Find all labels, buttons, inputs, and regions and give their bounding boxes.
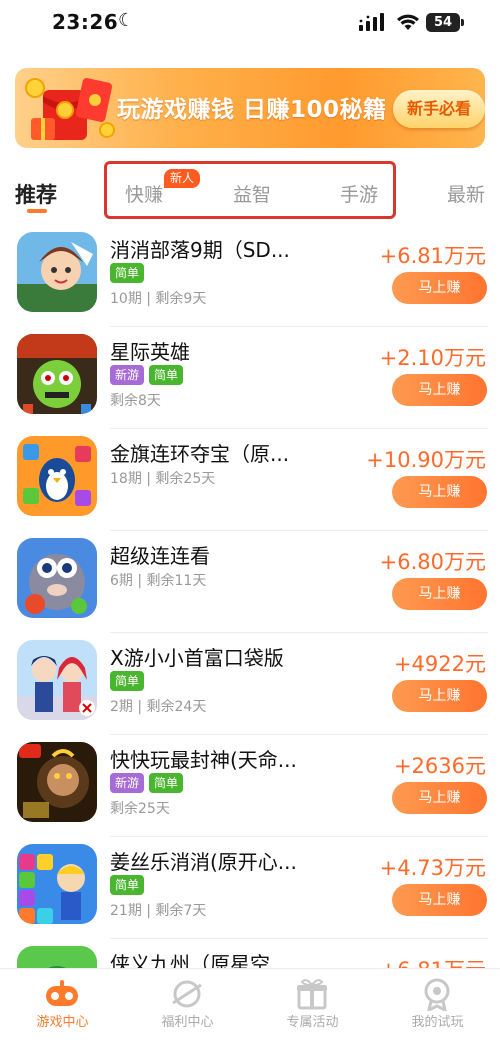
divider: [110, 938, 488, 939]
game-name: 消消部落9期（SD...: [110, 238, 290, 262]
tag-new-game: 新游: [110, 365, 145, 385]
game-reward: +2.10万元: [379, 346, 486, 370]
tab-exclusive-events[interactable]: 专属活动: [250, 969, 375, 1048]
game-reward: +10.90万元: [366, 448, 486, 472]
game-tags: 简单: [110, 874, 149, 896]
status-bar: 23:26 ☾ 54: [0, 0, 500, 52]
earn-now-button[interactable]: 马上赚: [392, 374, 487, 406]
tag-easy: 简单: [110, 671, 145, 691]
game-icon: [17, 640, 97, 720]
tag-easy: 简单: [149, 773, 184, 793]
list-item[interactable]: 快快玩最封神(天命... 新游 简单 剩余25天 +2636元 马上赚: [0, 736, 500, 837]
planet-icon: [172, 980, 202, 1008]
red-envelope-icon: [25, 78, 115, 140]
list-item[interactable]: 超级连连看 6期 | 剩余11天 +6.80万元 马上赚: [0, 532, 500, 633]
tab-label: 专属活动: [286, 1015, 339, 1030]
cellular-signal-icon: [359, 13, 384, 31]
tab-label: 我的试玩: [411, 1015, 464, 1030]
game-name: 金旗连环夺宝（原...: [110, 442, 290, 466]
game-reward: +6.80万元: [379, 550, 486, 574]
tab-label: 游戏中心: [36, 1015, 89, 1030]
game-tags: 简单: [110, 262, 149, 284]
list-item[interactable]: 星际英雄 新游 简单 剩余8天 +2.10万元 马上赚: [0, 328, 500, 429]
game-name: X游小小首富口袋版: [110, 646, 284, 670]
game-info: 10期 | 剩余9天: [110, 291, 207, 307]
earn-now-button[interactable]: 马上赚: [392, 680, 487, 712]
earn-now-button[interactable]: 马上赚: [392, 578, 487, 610]
battery-icon: 54: [426, 13, 460, 32]
game-icon: [17, 334, 97, 414]
divider: [110, 530, 488, 531]
divider: [110, 428, 488, 429]
tag-new-game: 新游: [110, 773, 145, 793]
list-item[interactable]: X游小小首富口袋版 简单 2期 | 剩余24天 +4922元 马上赚: [0, 634, 500, 735]
tab-welfare-center[interactable]: 福利中心: [125, 969, 250, 1048]
tab-my-trials[interactable]: 我的试玩: [375, 969, 500, 1048]
earn-now-button[interactable]: 马上赚: [392, 782, 487, 814]
game-icon: [17, 436, 97, 516]
gift-icon: [297, 979, 327, 1010]
banner-title: 玩游戏赚钱 日赚100秘籍: [117, 97, 387, 123]
active-tab-indicator: [27, 209, 47, 213]
game-icon: [17, 538, 97, 618]
list-item[interactable]: 姜丝乐消消(原开心... 简单 21期 | 剩余7天 +4.73万元 马上赚: [0, 838, 500, 939]
list-item[interactable]: 消消部落9期（SD... 简单 10期 | 剩余9天 +6.81万元 马上赚: [0, 226, 500, 327]
game-reward: +4922元: [393, 652, 486, 676]
game-info: 2期 | 剩余24天: [110, 699, 207, 715]
game-icon: [17, 232, 97, 312]
bottom-tab-bar: 游戏中心 福利中心 专属活动 我的试玩: [0, 968, 500, 1048]
tabs-highlight-box: [104, 161, 396, 219]
tag-easy: 简单: [110, 875, 145, 895]
game-name: 快快玩最封神(天命...: [110, 748, 297, 772]
game-reward: +6.81万元: [379, 244, 486, 268]
battery-tip: [461, 19, 464, 26]
earn-now-button[interactable]: 马上赚: [392, 884, 487, 916]
game-info: 18期 | 剩余25天: [110, 471, 216, 487]
game-info: 剩余8天: [110, 393, 161, 409]
wifi-icon: [397, 14, 419, 30]
game-tags: 新游 简单: [110, 772, 188, 794]
earn-now-button[interactable]: 马上赚: [392, 272, 487, 304]
game-info: 21期 | 剩余7天: [110, 903, 207, 919]
divider: [110, 632, 488, 633]
moon-icon: ☾: [118, 10, 135, 31]
game-icon: [17, 742, 97, 822]
earn-now-button[interactable]: 马上赚: [392, 476, 487, 508]
tab-recommend[interactable]: 推荐: [15, 179, 57, 209]
tag-easy: 简单: [110, 263, 145, 283]
tab-game-center[interactable]: 游戏中心: [0, 969, 125, 1048]
game-name: 姜丝乐消消(原开心...: [110, 850, 297, 874]
game-tags: 简单: [110, 670, 149, 692]
promo-banner[interactable]: 玩游戏赚钱 日赚100秘籍 新手必看: [15, 68, 485, 148]
game-reward: +4.73万元: [379, 856, 486, 880]
medal-icon: [424, 978, 450, 1011]
game-reward: +2636元: [393, 754, 486, 778]
list-item[interactable]: 金旗连环夺宝（原... 18期 | 剩余25天 +10.90万元 马上赚: [0, 430, 500, 531]
tag-easy: 简单: [149, 365, 184, 385]
new-user-badge: 新人: [164, 169, 201, 188]
tab-latest[interactable]: 最新: [447, 180, 485, 207]
tab-label: 福利中心: [161, 1015, 214, 1030]
gamepad-icon: [46, 980, 78, 1006]
divider: [110, 734, 488, 735]
game-name: 超级连连看: [110, 544, 210, 568]
game-icon: [17, 844, 97, 924]
divider: [110, 836, 488, 837]
game-tags: 新游 简单: [110, 364, 188, 386]
newbie-guide-button[interactable]: 新手必看: [393, 90, 485, 128]
game-name: 星际英雄: [110, 340, 190, 364]
game-info: 剩余25天: [110, 801, 170, 817]
game-info: 6期 | 剩余11天: [110, 573, 207, 589]
status-time: 23:26: [52, 10, 119, 34]
divider: [110, 326, 488, 327]
